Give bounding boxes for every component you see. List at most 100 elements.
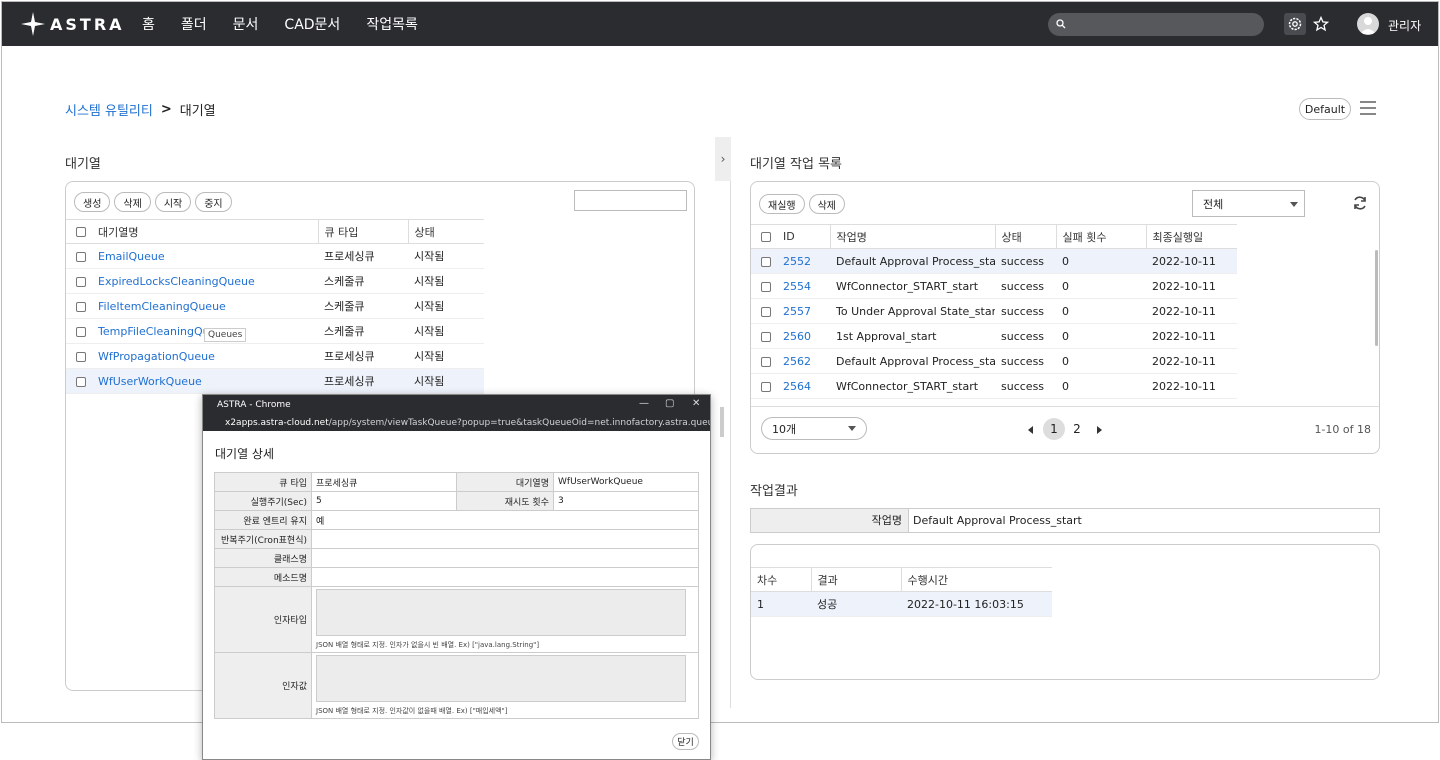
row-checkbox[interactable]	[76, 326, 86, 337]
column-header[interactable]: 차수	[751, 567, 811, 592]
settings-button[interactable]	[1284, 13, 1306, 35]
table-row[interactable]: ExpiredLocksCleaningQueue 스케줄큐 시작됨	[66, 268, 484, 294]
retry-value: 3	[553, 491, 699, 511]
top-navbar: ASTRA 홈 폴더 문서 CAD문서 작업목록 관리자	[2, 2, 1438, 46]
popup-close-button[interactable]: 닫기	[672, 733, 699, 750]
row-checkbox[interactable]	[76, 376, 86, 387]
popup-heading: 대기열 상세	[215, 447, 275, 461]
task-delete-button[interactable]: 삭제	[808, 194, 846, 214]
table-row[interactable]: WfPropagationQueue 프로세싱큐 시작됨	[66, 343, 484, 369]
column-header[interactable]: 큐 타입	[317, 219, 408, 244]
column-header[interactable]: 수행시간	[900, 567, 1052, 592]
start-button[interactable]: 시작	[154, 192, 192, 212]
status-filter-select[interactable]: 전체	[1192, 190, 1305, 217]
task-id-link[interactable]: 2562	[783, 355, 811, 368]
column-header[interactable]: 최종실행일	[1145, 224, 1237, 249]
user-name[interactable]: 관리자	[1388, 17, 1421, 34]
queue-search-input[interactable]	[574, 190, 687, 211]
task-fail-count: 0	[1056, 273, 1146, 299]
argtype-textarea[interactable]	[316, 589, 686, 636]
column-header[interactable]: 실패 횟수	[1055, 224, 1146, 249]
maximize-icon[interactable]: ▢	[665, 398, 674, 409]
status-filter-value: 전체	[1203, 197, 1224, 211]
column-header[interactable]: 상태	[407, 219, 484, 244]
argval-textarea[interactable]	[316, 655, 686, 702]
nav-home[interactable]: 홈	[142, 14, 155, 34]
table-row[interactable]: 2557 To Under Approval State_start succe…	[751, 298, 1237, 324]
queue-name-link[interactable]: EmailQueue	[98, 250, 165, 263]
delete-button[interactable]: 삭제	[114, 192, 151, 212]
minimize-icon[interactable]: —	[639, 398, 649, 409]
create-button[interactable]: 생성	[74, 192, 111, 212]
task-id-link[interactable]: 2560	[783, 330, 811, 343]
column-header[interactable]: 대기열명	[92, 219, 318, 244]
nav-folder[interactable]: 폴더	[181, 14, 207, 34]
queue-detail-popup: ASTRA - Chrome — ▢ ✕ x2apps.astra-cloud.…	[202, 394, 711, 760]
row-checkbox[interactable]	[761, 331, 771, 342]
page-1-button[interactable]: 1	[1043, 418, 1065, 440]
queue-status: 시작됨	[408, 293, 484, 319]
keep-label: 완료 엔트리 유지	[214, 510, 312, 530]
select-all-checkbox[interactable]	[761, 232, 771, 242]
column-header[interactable]: 결과	[810, 567, 901, 592]
select-all-checkbox[interactable]	[76, 227, 86, 237]
row-checkbox[interactable]	[76, 251, 86, 262]
row-checkbox[interactable]	[761, 356, 771, 367]
table-row-selected[interactable]: WfUserWorkQueue 프로세싱큐 시작됨	[66, 368, 484, 394]
stop-button[interactable]: 중지	[195, 192, 232, 212]
rerun-button[interactable]: 재실행	[759, 194, 805, 214]
view-default-button[interactable]: Default	[1299, 98, 1351, 120]
menu-icon[interactable]	[1360, 101, 1376, 115]
resize-handle[interactable]	[720, 407, 724, 437]
next-page-icon[interactable]	[1097, 426, 1102, 434]
task-last-run: 2022-10-11	[1146, 373, 1237, 399]
nav-document[interactable]: 문서	[233, 14, 259, 34]
global-search-input[interactable]	[1048, 13, 1264, 36]
nav-worklist[interactable]: 작업목록	[366, 14, 418, 34]
page-2-button[interactable]: 2	[1066, 418, 1088, 440]
task-id-link[interactable]: 2557	[783, 305, 811, 318]
row-checkbox[interactable]	[761, 381, 771, 392]
user-avatar[interactable]	[1357, 13, 1379, 35]
prev-page-icon[interactable]	[1028, 426, 1033, 434]
argval-label: 인자값	[214, 652, 312, 719]
table-row[interactable]: 2560 1st Approval_start success 0 2022-1…	[751, 323, 1237, 349]
row-checkbox[interactable]	[761, 256, 771, 267]
collapse-panel-button[interactable]: ›	[715, 137, 731, 181]
task-id-link[interactable]: 2552	[783, 255, 811, 268]
table-row[interactable]: EmailQueue 프로세싱큐 시작됨	[66, 243, 484, 269]
task-name: Default Approval Process_start	[830, 348, 995, 374]
row-checkbox[interactable]	[76, 276, 86, 287]
breadcrumb-parent[interactable]: 시스템 유틸리티	[65, 100, 153, 119]
queue-name-link[interactable]: WfPropagationQueue	[98, 350, 215, 363]
task-id-link[interactable]: 2554	[783, 280, 811, 293]
task-last-run: 2022-10-11	[1146, 248, 1237, 274]
table-row[interactable]: 2552 Default Approval Process_start succ…	[751, 248, 1237, 274]
task-fail-count: 0	[1056, 373, 1146, 399]
row-checkbox[interactable]	[761, 306, 771, 317]
nav-cad-document[interactable]: CAD문서	[284, 14, 340, 34]
close-icon[interactable]: ✕	[692, 398, 700, 409]
scrollbar[interactable]	[1375, 250, 1378, 346]
task-fail-count: 0	[1056, 298, 1146, 324]
row-checkbox[interactable]	[76, 351, 86, 362]
table-row[interactable]: 1 성공 2022-10-11 16:03:15	[751, 591, 1052, 617]
refresh-icon[interactable]	[1352, 195, 1368, 211]
table-row[interactable]: 2554 WfConnector_START_start success 0 2…	[751, 273, 1237, 299]
queue-name-link[interactable]: ExpiredLocksCleaningQueue	[98, 275, 255, 288]
column-header[interactable]: ID	[777, 224, 830, 249]
page-size-select[interactable]: 10개	[761, 417, 867, 440]
favorites-button[interactable]	[1310, 13, 1332, 35]
table-row[interactable]: 2562 Default Approval Process_start succ…	[751, 348, 1237, 374]
table-row[interactable]: TempFileCleaningQueue 스케줄큐 시작됨	[66, 318, 484, 344]
row-checkbox[interactable]	[76, 301, 86, 312]
column-header[interactable]: 상태	[994, 224, 1056, 249]
logo[interactable]: ASTRA	[20, 11, 125, 37]
queue-name-link[interactable]: WfUserWorkQueue	[98, 375, 202, 388]
row-checkbox[interactable]	[761, 281, 771, 292]
column-header[interactable]: 작업명	[829, 224, 995, 249]
table-row[interactable]: 2564 WfConnector_START_start success 0 2…	[751, 373, 1237, 399]
task-id-link[interactable]: 2564	[783, 380, 811, 393]
queue-name-link[interactable]: FileItemCleaningQueue	[98, 300, 226, 313]
table-row[interactable]: FileItemCleaningQueue 스케줄큐 시작됨	[66, 293, 484, 319]
